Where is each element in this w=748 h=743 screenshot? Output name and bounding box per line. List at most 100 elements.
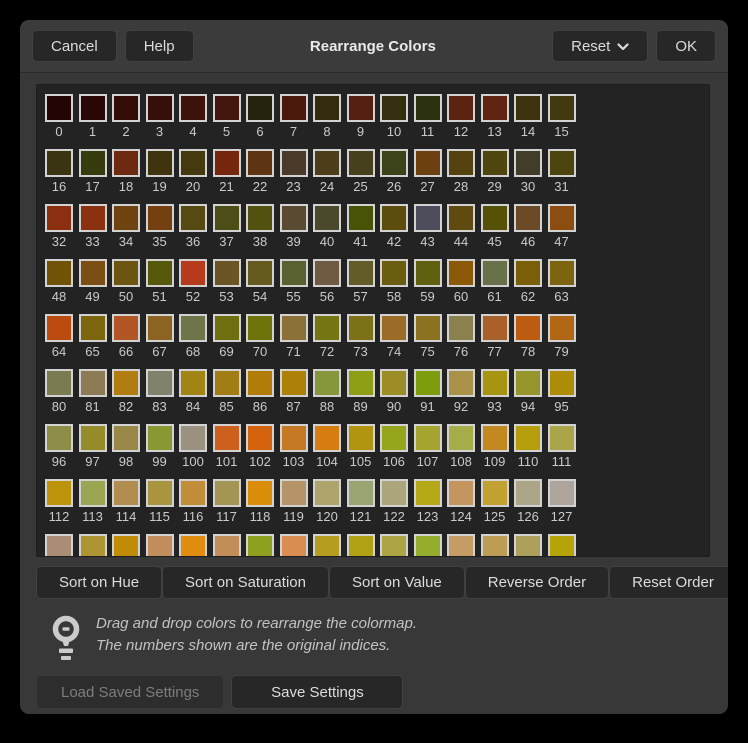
colormap-cell[interactable]: 54 bbox=[246, 259, 274, 305]
color-swatch[interactable] bbox=[246, 259, 274, 287]
sort-on-saturation-button[interactable]: Sort on Saturation bbox=[162, 566, 329, 599]
colormap-cell[interactable]: 8 bbox=[313, 94, 341, 140]
color-swatch[interactable] bbox=[112, 534, 140, 557]
color-swatch[interactable] bbox=[146, 534, 174, 557]
colormap-cell[interactable]: 91 bbox=[414, 369, 442, 415]
colormap-cell[interactable]: 82 bbox=[112, 369, 140, 415]
color-swatch[interactable] bbox=[213, 424, 241, 452]
color-swatch[interactable] bbox=[414, 314, 442, 342]
color-swatch[interactable] bbox=[112, 259, 140, 287]
color-swatch[interactable] bbox=[347, 534, 375, 557]
color-swatch[interactable] bbox=[380, 149, 408, 177]
colormap-cell[interactable]: 1 bbox=[79, 94, 107, 140]
color-swatch[interactable] bbox=[146, 149, 174, 177]
color-swatch[interactable] bbox=[213, 149, 241, 177]
colormap-cell[interactable]: 71 bbox=[280, 314, 308, 360]
color-swatch[interactable] bbox=[313, 259, 341, 287]
color-swatch[interactable] bbox=[548, 204, 576, 232]
colormap-cell[interactable]: 74 bbox=[380, 314, 408, 360]
colormap-cell[interactable]: 21 bbox=[213, 149, 241, 195]
colormap-cell[interactable]: 41 bbox=[347, 204, 375, 250]
color-swatch[interactable] bbox=[347, 314, 375, 342]
colormap-cell[interactable]: 128 bbox=[45, 534, 73, 557]
colormap-cell[interactable]: 86 bbox=[246, 369, 274, 415]
colormap-cell[interactable]: 39 bbox=[280, 204, 308, 250]
colormap-cell[interactable]: 57 bbox=[347, 259, 375, 305]
color-swatch[interactable] bbox=[347, 479, 375, 507]
color-swatch[interactable] bbox=[179, 204, 207, 232]
reset-dropdown-button[interactable]: Reset bbox=[552, 30, 648, 62]
colormap-cell[interactable]: 79 bbox=[548, 314, 576, 360]
color-swatch[interactable] bbox=[414, 369, 442, 397]
color-swatch[interactable] bbox=[246, 204, 274, 232]
color-swatch[interactable] bbox=[45, 314, 73, 342]
cancel-button[interactable]: Cancel bbox=[32, 30, 117, 62]
colormap-cell[interactable]: 94 bbox=[514, 369, 542, 415]
colormap-cell[interactable]: 17 bbox=[79, 149, 107, 195]
color-swatch[interactable] bbox=[213, 259, 241, 287]
color-swatch[interactable] bbox=[45, 149, 73, 177]
color-swatch[interactable] bbox=[548, 149, 576, 177]
colormap-cell[interactable]: 83 bbox=[146, 369, 174, 415]
color-swatch[interactable] bbox=[548, 424, 576, 452]
color-swatch[interactable] bbox=[481, 259, 509, 287]
colormap-cell[interactable]: 63 bbox=[548, 259, 576, 305]
colormap-cell[interactable]: 100 bbox=[179, 424, 207, 470]
color-swatch[interactable] bbox=[179, 259, 207, 287]
colormap-cell[interactable]: 134 bbox=[246, 534, 274, 557]
color-swatch[interactable] bbox=[45, 94, 73, 122]
colormap-cell[interactable]: 105 bbox=[347, 424, 375, 470]
colormap-cell[interactable]: 44 bbox=[447, 204, 475, 250]
colormap-cell[interactable]: 90 bbox=[380, 369, 408, 415]
color-swatch[interactable] bbox=[481, 534, 509, 557]
colormap-cell[interactable]: 77 bbox=[481, 314, 509, 360]
colormap-cell[interactable]: 56 bbox=[313, 259, 341, 305]
colormap-cell[interactable]: 87 bbox=[280, 369, 308, 415]
color-swatch[interactable] bbox=[45, 204, 73, 232]
colormap-cell[interactable]: 78 bbox=[514, 314, 542, 360]
color-swatch[interactable] bbox=[280, 479, 308, 507]
color-swatch[interactable] bbox=[347, 149, 375, 177]
color-swatch[interactable] bbox=[213, 94, 241, 122]
color-swatch[interactable] bbox=[79, 369, 107, 397]
colormap-cell[interactable]: 5 bbox=[213, 94, 241, 140]
color-swatch[interactable] bbox=[347, 424, 375, 452]
color-swatch[interactable] bbox=[280, 424, 308, 452]
color-swatch[interactable] bbox=[146, 259, 174, 287]
colormap-cell[interactable]: 48 bbox=[45, 259, 73, 305]
colormap-cell[interactable]: 70 bbox=[246, 314, 274, 360]
colormap-cell[interactable]: 29 bbox=[481, 149, 509, 195]
color-swatch[interactable] bbox=[514, 204, 542, 232]
color-swatch[interactable] bbox=[79, 534, 107, 557]
colormap-cell[interactable]: 84 bbox=[179, 369, 207, 415]
color-swatch[interactable] bbox=[79, 424, 107, 452]
color-swatch[interactable] bbox=[447, 534, 475, 557]
colormap-cell[interactable]: 31 bbox=[548, 149, 576, 195]
colormap-cell[interactable]: 60 bbox=[447, 259, 475, 305]
color-swatch[interactable] bbox=[213, 369, 241, 397]
colormap-cell[interactable]: 127 bbox=[548, 479, 576, 525]
colormap-cell[interactable]: 40 bbox=[313, 204, 341, 250]
color-swatch[interactable] bbox=[380, 204, 408, 232]
colormap-cell[interactable]: 38 bbox=[246, 204, 274, 250]
color-swatch[interactable] bbox=[414, 259, 442, 287]
color-swatch[interactable] bbox=[481, 204, 509, 232]
reset-order-button[interactable]: Reset Order bbox=[609, 566, 728, 599]
colormap-cell[interactable]: 131 bbox=[146, 534, 174, 557]
color-swatch[interactable] bbox=[514, 149, 542, 177]
color-swatch[interactable] bbox=[548, 94, 576, 122]
colormap-cell[interactable]: 98 bbox=[112, 424, 140, 470]
colormap-cell[interactable]: 25 bbox=[347, 149, 375, 195]
save-settings-button[interactable]: Save Settings bbox=[231, 675, 403, 709]
colormap-cell[interactable]: 123 bbox=[414, 479, 442, 525]
colormap-cell[interactable]: 9 bbox=[347, 94, 375, 140]
color-swatch[interactable] bbox=[146, 479, 174, 507]
colormap-cell[interactable]: 69 bbox=[213, 314, 241, 360]
colormap-cell[interactable]: 47 bbox=[548, 204, 576, 250]
color-swatch[interactable] bbox=[514, 314, 542, 342]
colormap-cell[interactable]: 109 bbox=[481, 424, 509, 470]
colormap-cell[interactable]: 64 bbox=[45, 314, 73, 360]
color-swatch[interactable] bbox=[280, 369, 308, 397]
color-swatch[interactable] bbox=[447, 369, 475, 397]
color-swatch[interactable] bbox=[45, 424, 73, 452]
